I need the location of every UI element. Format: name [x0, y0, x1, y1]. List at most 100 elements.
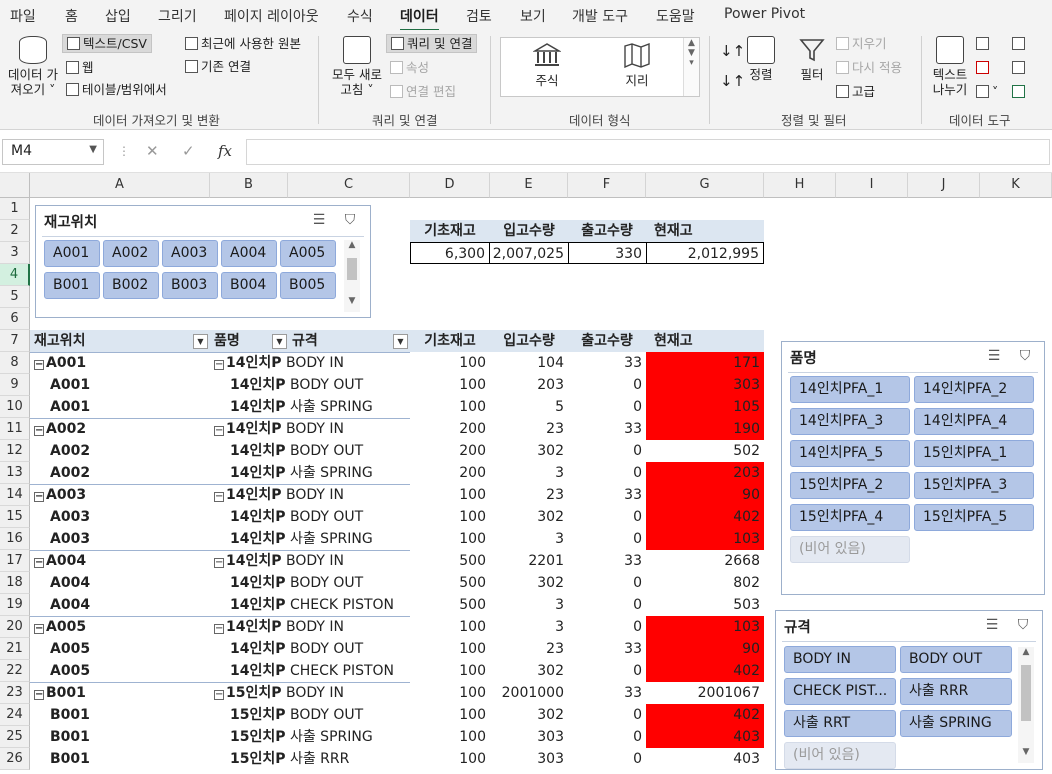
pivot-value-cur[interactable]: 90: [646, 484, 764, 506]
pivot-value-base[interactable]: 100: [410, 616, 490, 638]
tab-insert[interactable]: 삽입: [105, 6, 131, 26]
row-header[interactable]: 15: [0, 506, 30, 528]
row-header[interactable]: 6: [0, 308, 30, 330]
reapply-button[interactable]: 다시 적용: [836, 60, 902, 75]
scroll-up-icon[interactable]: ▲: [344, 240, 360, 250]
slicer-item-button[interactable]: 사출 RRR: [900, 678, 1012, 705]
pivot-value-base[interactable]: 100: [410, 682, 490, 704]
collapse-icon[interactable]: −: [214, 624, 224, 634]
tab-page-layout[interactable]: 페이지 레이아웃: [224, 6, 319, 26]
pivot-location-cell[interactable]: − A005: [34, 616, 194, 638]
slicer-item-button[interactable]: A002: [103, 240, 159, 267]
row-header[interactable]: 16: [0, 528, 30, 550]
pivot-item-spec-cell[interactable]: 14인치P BODY OUT: [230, 506, 408, 528]
slicer-item-button[interactable]: 14인치PFA_2: [914, 376, 1034, 403]
tab-review[interactable]: 검토: [466, 6, 492, 26]
pivot-value-cur[interactable]: 190: [646, 418, 764, 440]
pivot-item-spec-cell[interactable]: −14인치P BODY IN: [214, 484, 408, 506]
slicer-item-button[interactable]: 14인치PFA_5: [790, 440, 910, 467]
pivot-item-spec-cell[interactable]: 14인치P 사출 SPRING: [230, 528, 408, 550]
pivot-value-base[interactable]: 100: [410, 704, 490, 726]
pivot-value-out[interactable]: 0: [568, 462, 646, 484]
pivot-value-in[interactable]: 203: [490, 374, 568, 396]
relationships-icon[interactable]: [1012, 60, 1028, 75]
pivot-value-in[interactable]: 3: [490, 528, 568, 550]
tab-power-pivot[interactable]: Power Pivot: [724, 6, 805, 22]
sort-descending-icon[interactable]: ↓↑: [720, 74, 745, 89]
column-header-j[interactable]: J: [908, 173, 980, 198]
stocks-data-type[interactable]: 주식: [517, 42, 577, 89]
pivot-value-cur[interactable]: 105: [646, 396, 764, 418]
column-header-i[interactable]: I: [836, 173, 908, 198]
tab-developer[interactable]: 개발 도구: [572, 6, 628, 26]
slicer-item-button[interactable]: BODY OUT: [900, 646, 1012, 673]
pivot-value-in[interactable]: 104: [490, 352, 568, 374]
pivot-value-base[interactable]: 200: [410, 462, 490, 484]
slicer-item-button[interactable]: B001: [44, 272, 100, 299]
tab-view[interactable]: 보기: [520, 6, 546, 26]
row-header[interactable]: 10: [0, 396, 30, 418]
row-header[interactable]: 25: [0, 726, 30, 748]
collapse-icon[interactable]: −: [34, 360, 44, 370]
flash-fill-icon[interactable]: [976, 36, 992, 51]
row-header[interactable]: 14: [0, 484, 30, 506]
pivot-value-in[interactable]: 2001000: [490, 682, 568, 704]
slicer-item-button[interactable]: 14인치PFA_3: [790, 408, 910, 435]
pivot-value-out[interactable]: 33: [568, 418, 646, 440]
sort-ascending-icon[interactable]: ↓↑: [720, 44, 745, 59]
sort-button[interactable]: 정렬: [744, 36, 778, 82]
collapse-icon[interactable]: −: [214, 492, 224, 502]
gallery-scroll[interactable]: ▲ ▼ ▾: [683, 38, 699, 96]
pivot-value-out[interactable]: 0: [568, 572, 646, 594]
row-header[interactable]: 24: [0, 704, 30, 726]
tab-home[interactable]: 홈: [65, 6, 78, 26]
column-header-h[interactable]: H: [764, 173, 836, 198]
slicer-location-scrollbar[interactable]: ▲ ▼: [344, 240, 360, 312]
column-header-f[interactable]: F: [568, 173, 646, 198]
slicer-item-button[interactable]: B004: [221, 272, 277, 299]
pivot-item-spec-cell[interactable]: −14인치P BODY IN: [214, 616, 408, 638]
row-header[interactable]: 12: [0, 440, 30, 462]
pivot-value-in[interactable]: 23: [490, 484, 568, 506]
row-header[interactable]: 20: [0, 616, 30, 638]
summary-value-current[interactable]: 2,012,995: [646, 242, 764, 264]
pivot-value-in[interactable]: 3: [490, 462, 568, 484]
pivot-item-spec-cell[interactable]: 15인치P BODY OUT: [230, 704, 408, 726]
column-header-c[interactable]: C: [288, 173, 410, 198]
pivot-value-cur[interactable]: 203: [646, 462, 764, 484]
location-filter-dropdown-icon[interactable]: ▼: [193, 334, 208, 349]
tab-help[interactable]: 도움말: [656, 6, 695, 26]
column-header-b[interactable]: B: [210, 173, 288, 198]
consolidate-icon[interactable]: [1012, 36, 1028, 51]
pivot-value-in[interactable]: 303: [490, 748, 568, 770]
pivot-item-spec-cell[interactable]: −15인치P BODY IN: [214, 682, 408, 704]
pivot-item-spec-cell[interactable]: −14인치P BODY IN: [214, 418, 408, 440]
column-header-g[interactable]: G: [646, 173, 764, 198]
pivot-value-in[interactable]: 23: [490, 418, 568, 440]
get-data-button[interactable]: 데이터 가 져오기 ˅: [4, 36, 62, 97]
pivot-value-cur[interactable]: 403: [646, 726, 764, 748]
pivot-item-spec-cell[interactable]: 14인치P 사출 SPRING: [230, 462, 408, 484]
clear-filter-icon[interactable]: ⛉: [1016, 348, 1034, 364]
collapse-icon[interactable]: −: [214, 360, 224, 370]
pivot-value-cur[interactable]: 802: [646, 572, 764, 594]
row-header[interactable]: 17: [0, 550, 30, 572]
pivot-value-cur[interactable]: 502: [646, 440, 764, 462]
slicer-spec-scrollbar[interactable]: ▲ ▼: [1018, 647, 1034, 763]
slicer-item-button[interactable]: 사출 SPRING: [900, 710, 1012, 737]
from-web-button[interactable]: 웹: [66, 60, 94, 75]
row-header[interactable]: 13: [0, 462, 30, 484]
slicer-item-button[interactable]: B003: [162, 272, 218, 299]
pivot-item-spec-cell[interactable]: 14인치P 사출 SPRING: [230, 396, 408, 418]
pivot-value-in[interactable]: 302: [490, 440, 568, 462]
pivot-value-out[interactable]: 33: [568, 484, 646, 506]
pivot-location-cell[interactable]: A003: [50, 506, 210, 528]
pivot-value-base[interactable]: 200: [410, 440, 490, 462]
pivot-item-spec-cell[interactable]: 14인치P BODY OUT: [230, 440, 408, 462]
pivot-location-cell[interactable]: − A001: [34, 352, 194, 374]
insert-function-icon[interactable]: fx: [218, 142, 232, 160]
tab-draw[interactable]: 그리기: [158, 6, 197, 26]
scroll-down-icon[interactable]: ▼: [344, 296, 360, 306]
pivot-value-base[interactable]: 100: [410, 528, 490, 550]
pivot-value-out[interactable]: 0: [568, 660, 646, 682]
